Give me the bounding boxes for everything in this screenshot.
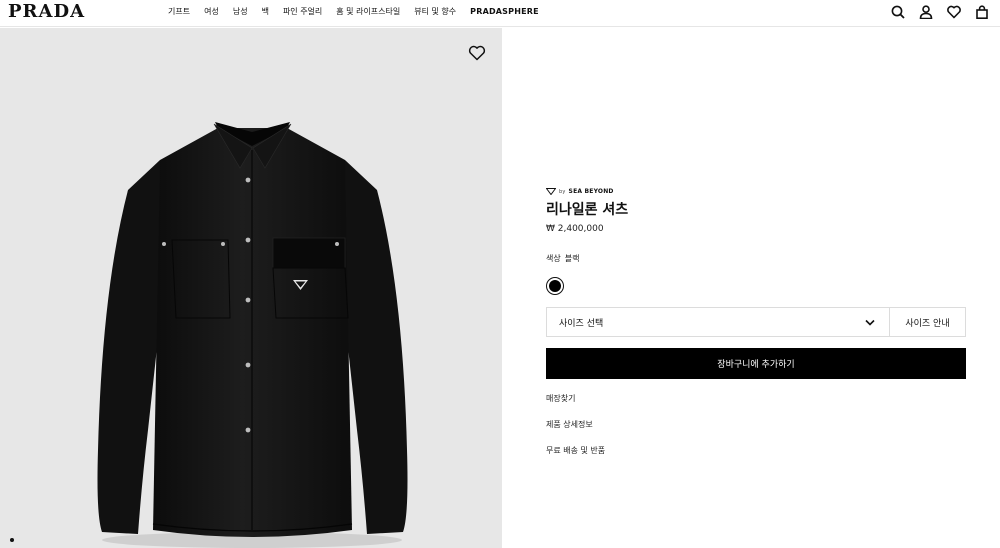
product-price: ₩ 2,400,000	[546, 224, 604, 234]
collection-by: by	[559, 188, 566, 195]
add-to-cart-button[interactable]: 장바구니에 추가하기	[546, 348, 966, 379]
shipping-returns-link[interactable]: 무료 배송 및 반품	[546, 446, 966, 472]
product-image-gallery[interactable]	[0, 28, 502, 548]
heart-icon[interactable]	[468, 44, 486, 62]
account-icon[interactable]	[918, 4, 934, 20]
site-header: PRADA 기프트 여성 남성 백 파인 주얼리 홈 및 라이프스타일 뷰티 및…	[0, 0, 1000, 27]
header-icons	[890, 4, 990, 20]
search-icon[interactable]	[890, 4, 906, 20]
nav-item-beauty[interactable]: 뷰티 및 향수	[414, 7, 456, 17]
nav-item-pradasphere[interactable]: PRADASPHERE	[470, 7, 539, 17]
store-locator-link[interactable]: 매장찾기	[546, 394, 966, 420]
product-details-link[interactable]: 제품 상세정보	[546, 420, 966, 446]
color-swatch-black[interactable]	[546, 277, 564, 295]
triangle-logo-icon	[546, 188, 556, 195]
color-label: 색상	[546, 254, 561, 263]
nav-item-gifts[interactable]: 기프트	[168, 7, 190, 17]
size-row: 사이즈 선택 사이즈 안내	[546, 307, 966, 337]
collection-tag: by SEA BEYOND	[546, 188, 966, 195]
size-select-label: 사이즈 선택	[559, 318, 604, 329]
product-title: 리나일론 셔츠	[546, 202, 629, 218]
color-value: 블랙	[564, 254, 580, 263]
nav-item-home-lifestyle[interactable]: 홈 및 라이프스타일	[336, 7, 400, 17]
collection-name: SEA BEYOND	[568, 188, 614, 195]
nav-item-fine-jewelry[interactable]: 파인 주얼리	[283, 7, 322, 17]
color-info: 색상 블랙	[546, 253, 966, 264]
chevron-down-icon	[865, 319, 875, 326]
size-guide-button[interactable]: 사이즈 안내	[890, 308, 965, 336]
size-select[interactable]: 사이즈 선택	[547, 308, 890, 336]
wishlist-icon[interactable]	[946, 4, 962, 20]
bag-icon[interactable]	[974, 4, 990, 20]
prada-logo[interactable]: PRADA	[8, 2, 85, 22]
swatch-fill	[549, 280, 561, 292]
gallery-pagination-dot[interactable]	[10, 538, 14, 542]
product-details: by SEA BEYOND 리나일론 셔츠 ₩ 2,400,000 색상 블랙 사…	[546, 188, 966, 472]
nav-item-men[interactable]: 남성	[233, 7, 248, 17]
main-nav: 기프트 여성 남성 백 파인 주얼리 홈 및 라이프스타일 뷰티 및 향수 PR…	[168, 7, 553, 17]
nav-item-bags[interactable]: 백	[262, 7, 269, 17]
product-links: 매장찾기 제품 상세정보 무료 배송 및 반품	[546, 394, 966, 472]
product-image-jacket	[97, 122, 408, 548]
nav-item-women[interactable]: 여성	[204, 7, 219, 17]
